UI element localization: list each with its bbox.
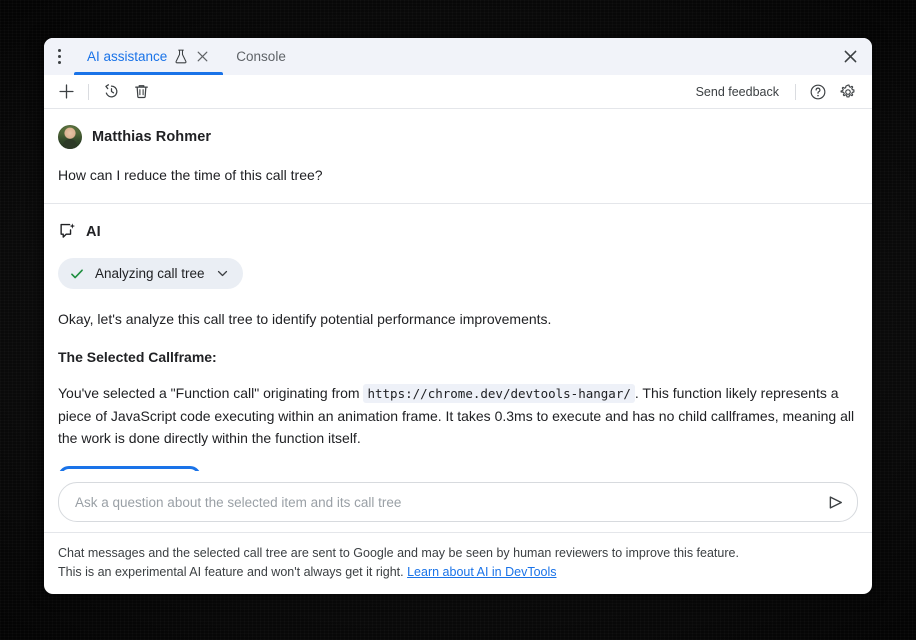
kebab-menu-icon[interactable] [44, 38, 74, 75]
kebab-dot [58, 49, 61, 52]
kebab-dot [58, 61, 61, 64]
send-button[interactable] [821, 488, 849, 516]
help-circle-icon [809, 83, 827, 101]
close-icon [842, 48, 859, 65]
analysis-step-chip[interactable]: Analyzing call tree [58, 258, 243, 289]
user-header: Matthias Rohmer [58, 125, 858, 149]
disclaimer-footer: Chat messages and the selected call tree… [44, 532, 872, 594]
user-question-text: How can I reduce the time of this call t… [58, 167, 858, 183]
avatar [58, 125, 82, 149]
toolbar-divider [88, 84, 89, 100]
close-panel-button[interactable] [828, 38, 872, 75]
ai-intro-text: Okay, let's analyze this call tree to id… [58, 308, 858, 330]
chat-input-row[interactable] [58, 482, 858, 522]
user-name: Matthias Rohmer [92, 129, 211, 145]
disclaimer-line1: Chat messages and the selected call tree… [58, 546, 739, 560]
check-icon [69, 266, 85, 282]
help-button[interactable] [804, 79, 832, 105]
tab-strip: AI assistance Console [44, 38, 872, 75]
ai-header: AI [58, 222, 858, 241]
devtools-panel: AI assistance Console [44, 38, 872, 594]
tab-ai-assistance-label: AI assistance [87, 49, 167, 64]
gear-icon [839, 83, 857, 101]
chat-history-button[interactable] [97, 79, 125, 105]
flask-icon [174, 49, 188, 64]
close-tab-icon[interactable] [195, 49, 210, 64]
kebab-dot [58, 55, 61, 58]
ai-label: AI [86, 224, 101, 240]
new-chat-button[interactable] [52, 79, 80, 105]
ai-body-text: You've selected a "Function call" origin… [58, 382, 858, 449]
ai-body-part1: You've selected a "Function call" origin… [58, 385, 363, 401]
source-url-code: https://chrome.dev/devtools-hangar/ [363, 384, 634, 403]
ai-sparkle-bubble-icon [58, 222, 77, 241]
context-chip-focus-ring: Function call [58, 466, 201, 471]
toolbar-divider [795, 84, 796, 100]
settings-button[interactable] [834, 79, 862, 105]
tab-ai-assistance[interactable]: AI assistance [74, 38, 223, 75]
tab-console-label: Console [236, 49, 286, 64]
chat-toolbar: Send feedback [44, 75, 872, 109]
user-message-block: Matthias Rohmer How can I reduce the tim… [44, 109, 872, 204]
delete-chat-button[interactable] [127, 79, 155, 105]
analysis-step-label: Analyzing call tree [95, 266, 205, 281]
chat-input[interactable] [73, 494, 821, 511]
plus-icon [58, 83, 75, 100]
ai-message-block: AI Analyzing call tree Okay, let's analy… [44, 204, 872, 471]
chevron-down-icon [215, 266, 230, 281]
trash-icon [133, 83, 150, 100]
ai-section-heading: The Selected Callframe: [58, 349, 858, 365]
learn-about-ai-link[interactable]: Learn about AI in DevTools [407, 565, 556, 579]
send-icon [826, 493, 845, 512]
send-feedback-button[interactable]: Send feedback [688, 81, 787, 103]
conversation-area: Matthias Rohmer How can I reduce the tim… [44, 109, 872, 471]
tab-console[interactable]: Console [223, 38, 299, 75]
disclaimer-line2: This is an experimental AI feature and w… [58, 565, 407, 579]
history-icon [103, 83, 120, 100]
